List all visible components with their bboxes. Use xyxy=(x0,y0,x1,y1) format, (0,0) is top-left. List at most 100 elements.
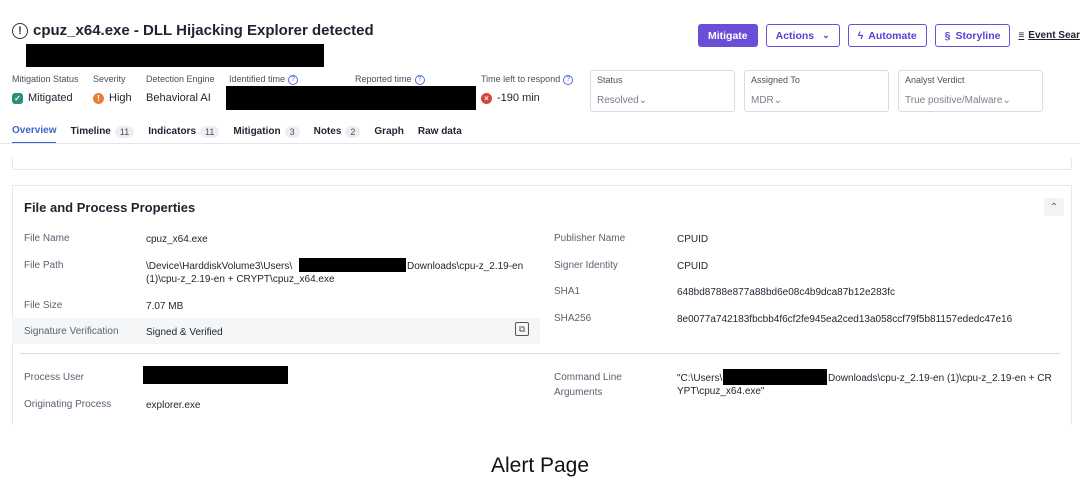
publisher-label: Publisher Name xyxy=(554,233,626,244)
previous-card-edge xyxy=(12,158,1072,170)
tab-count: 2 xyxy=(345,125,361,138)
page-caption: Alert Page xyxy=(490,454,590,477)
assigned-to-value: MDR xyxy=(751,95,774,106)
file-size-label: File Size xyxy=(24,300,63,311)
help-icon[interactable]: ? xyxy=(563,74,574,85)
shield-icon: ✓ xyxy=(12,92,23,104)
tab-label: Overview xyxy=(12,125,57,136)
sha256-value: 8e0077a742183fbcbb4f6cf2fe945ea2ced13a05… xyxy=(677,314,1013,325)
file-path-part2: Downloads\cpu-z_2.19-en xyxy=(407,261,524,272)
publisher-value: CPUID xyxy=(677,234,709,245)
detection-engine-text: Behavioral AI xyxy=(146,92,211,104)
chevron-down-icon: ⌄ xyxy=(638,95,648,106)
detection-engine-value: Behavioral AI xyxy=(146,92,211,104)
process-user-label: Process User xyxy=(24,372,85,383)
originating-process-value: explorer.exe xyxy=(146,400,201,411)
card-title: File and Process Properties xyxy=(24,200,196,215)
tab-label: Notes xyxy=(313,126,342,137)
storyline-icon: § xyxy=(944,29,951,42)
signer-value: CPUID xyxy=(677,261,709,272)
copy-icon[interactable]: ⧉ xyxy=(515,322,529,336)
alert-title-row: ! cpuz_x64.exe - DLL Hijacking Explorer … xyxy=(12,22,374,39)
tab-indicators[interactable]: Indicators 11 xyxy=(148,125,220,144)
status-select[interactable]: Status Resolved ⌄ xyxy=(590,70,735,112)
file-path-part1: \Device\HarddiskVolume3\Users\ xyxy=(146,261,293,272)
tab-label: Graph xyxy=(374,126,404,137)
redacted-block xyxy=(26,44,324,67)
alert-icon: ! xyxy=(12,22,28,39)
analyst-verdict-value: True positive/Malware xyxy=(905,95,1003,106)
reported-time-label: Reported time? xyxy=(355,74,425,85)
time-left-label: Time left to respond? xyxy=(481,74,574,85)
help-icon[interactable]: ? xyxy=(414,74,425,85)
event-search-label: Event Sear xyxy=(1028,30,1080,41)
actions-button[interactable]: Actions ⌄ xyxy=(765,24,840,47)
overdue-icon: × xyxy=(481,92,492,104)
page-title: cpuz_x64.exe - DLL Hijacking Explorer de… xyxy=(33,22,374,39)
command-line-label-1: Command Line xyxy=(554,372,622,383)
tab-overview[interactable]: Overview xyxy=(12,125,57,144)
assigned-to-select[interactable]: Assigned To MDR ⌄ xyxy=(744,70,889,112)
detection-engine-label: Detection Engine xyxy=(146,74,215,84)
automate-label: Automate xyxy=(868,29,917,42)
signature-label: Signature Verification xyxy=(24,326,119,337)
lightning-icon: ϟ xyxy=(857,29,864,42)
identified-time-label: Identified time? xyxy=(229,74,299,85)
redacted-block xyxy=(226,86,476,110)
tab-label: Raw data xyxy=(417,126,462,137)
assigned-to-label: Assigned To xyxy=(751,75,800,85)
analyst-verdict-label: Analyst Verdict xyxy=(905,75,965,85)
tab-timeline[interactable]: Timeline 11 xyxy=(70,125,135,144)
tab-divider xyxy=(0,143,1080,144)
event-search-icon: ≡ xyxy=(1018,30,1025,41)
chevron-down-icon: ⌄ xyxy=(822,30,830,40)
status-select-value: Resolved xyxy=(597,95,639,106)
sha1-label: SHA1 xyxy=(554,286,581,297)
header-actions: Mitigate Actions ⌄ ϟ Automate § Storyline ≡… xyxy=(697,24,1080,47)
identified-time-text: Identified time xyxy=(229,74,286,84)
tab-label: Indicators xyxy=(148,126,197,137)
command-line-line2: YPT\cpuz_x64.exe" xyxy=(677,386,765,397)
actions-label: Actions xyxy=(775,29,815,42)
storyline-button[interactable]: § Storyline xyxy=(934,24,1011,47)
file-path-line2: (1)\cpu-z_2.19-en + CRYPT\cpuz_x64.exe xyxy=(146,274,335,285)
time-left-text: Time left to respond xyxy=(481,74,561,84)
collapse-chevron-icon[interactable]: ⌃ xyxy=(1044,198,1064,216)
signer-label: Signer Identity xyxy=(554,260,618,271)
tab-raw-data[interactable]: Raw data xyxy=(418,125,462,144)
chevron-down-icon: ⌄ xyxy=(773,95,783,106)
signature-value: Signed & Verified xyxy=(146,327,223,338)
event-search-link[interactable]: ≡ Event Sear xyxy=(1018,30,1080,41)
mitigation-status-value: ✓ Mitigated xyxy=(12,92,73,104)
severity-value: ! High xyxy=(93,92,132,104)
mitigation-status-text: Mitigated xyxy=(28,92,73,104)
mitigation-status-label: Mitigation Status xyxy=(12,74,79,84)
redacted-block xyxy=(143,366,288,384)
time-left-text-value: -190 min xyxy=(497,92,540,104)
tab-bar: Overview Timeline 11 Indicators 11 Mitigat… xyxy=(12,125,462,144)
tab-count: 11 xyxy=(114,125,135,138)
file-name-label: File Name xyxy=(24,233,70,244)
file-path-label: File Path xyxy=(24,260,64,271)
sha1-value: 648bd8788e877a88bd6e08c4b9dca87b12e283fc xyxy=(677,287,895,298)
tab-mitigation[interactable]: Mitigation 3 xyxy=(233,125,300,144)
severity-high-icon: ! xyxy=(93,92,104,104)
severity-text: High xyxy=(109,92,132,104)
chevron-down-icon: ⌄ xyxy=(1002,95,1011,106)
section-divider xyxy=(20,353,1060,354)
analyst-verdict-select[interactable]: Analyst Verdict True positive/Malware ⌄ xyxy=(898,70,1043,112)
command-line-label-2: Arguments xyxy=(554,387,603,398)
mitigate-label: Mitigate xyxy=(707,29,748,42)
tab-label: Mitigation xyxy=(233,126,281,137)
severity-label: Severity xyxy=(93,74,126,84)
mitigate-button[interactable]: Mitigate xyxy=(697,24,758,47)
automate-button[interactable]: ϟ Automate xyxy=(847,24,927,47)
tab-graph[interactable]: Graph xyxy=(374,125,403,144)
file-size-value: 7.07 MB xyxy=(146,301,184,312)
help-icon[interactable]: ? xyxy=(288,74,299,85)
tab-count: 11 xyxy=(200,125,220,138)
tab-label: Timeline xyxy=(70,126,111,137)
redacted-block xyxy=(723,369,827,385)
tab-notes[interactable]: Notes 2 xyxy=(314,125,361,144)
command-line-part1: "C:\Users\ xyxy=(677,373,723,384)
